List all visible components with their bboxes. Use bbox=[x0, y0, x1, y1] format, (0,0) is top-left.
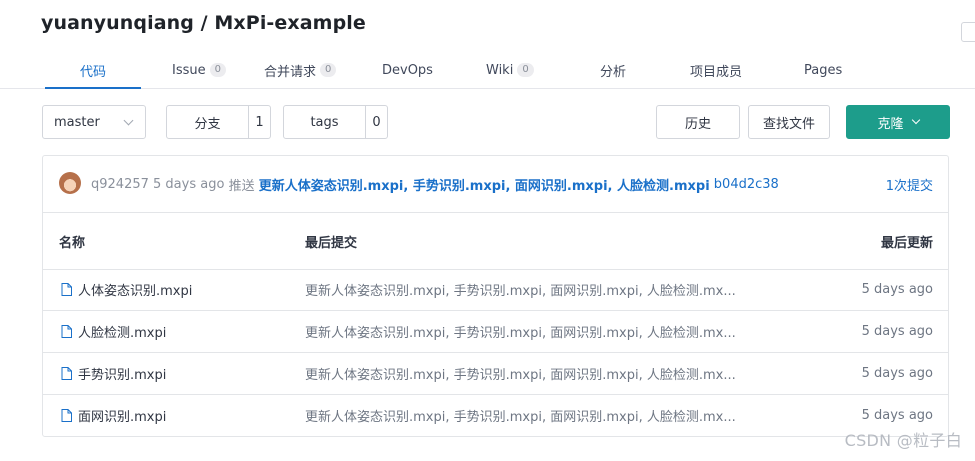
file-icon bbox=[61, 367, 72, 380]
tab-label: Wiki bbox=[486, 62, 514, 78]
repo-title[interactable]: yuanyunqiang / MxPi-example bbox=[41, 12, 366, 34]
find-file-button[interactable]: 查找文件 bbox=[748, 105, 830, 139]
table-row: 手势识别.mxpi 更新人体姿态识别.mxpi, 手势识别.mxpi, 面网识别… bbox=[43, 353, 948, 395]
file-icon bbox=[61, 409, 72, 422]
file-name: 人脸检测.mxpi bbox=[78, 326, 167, 341]
tab-label: Issue bbox=[172, 62, 206, 78]
clone-button[interactable]: 克隆 bbox=[846, 105, 950, 139]
tags-group[interactable]: tags 0 bbox=[283, 105, 388, 139]
file-link[interactable]: 人体姿态识别.mxpi bbox=[61, 280, 192, 299]
tab-code[interactable]: 代码 bbox=[44, 52, 142, 89]
file-link[interactable]: 面网识别.mxpi bbox=[61, 406, 166, 425]
file-name: 手势识别.mxpi bbox=[78, 368, 167, 383]
branches-count: 1 bbox=[255, 114, 264, 130]
tags-button[interactable]: tags bbox=[284, 106, 366, 138]
tags-count: 0 bbox=[372, 114, 381, 130]
count-badge: 0 bbox=[517, 63, 534, 77]
row-commit-message[interactable]: 更新人体姿态识别.mxpi, 手势识别.mxpi, 面网识别.mxpi, 人脸检… bbox=[305, 311, 736, 352]
row-updated: 5 days ago bbox=[861, 366, 933, 381]
file-link[interactable]: 人脸检测.mxpi bbox=[61, 322, 166, 341]
file-name: 面网识别.mxpi bbox=[78, 410, 167, 425]
row-commit-message[interactable]: 更新人体姿态识别.mxpi, 手势识别.mxpi, 面网识别.mxpi, 人脸检… bbox=[305, 269, 736, 310]
file-link[interactable]: 手势识别.mxpi bbox=[61, 364, 166, 383]
count-badge: 0 bbox=[320, 63, 337, 77]
count-badge: 0 bbox=[209, 63, 226, 77]
repo-tabs: 代码 Issue 0 合并请求 0 DevOps Wiki 0 分析 项目成员 Pag… bbox=[0, 52, 975, 89]
tab-issue[interactable]: Issue 0 bbox=[172, 52, 226, 88]
branch-select-value: master bbox=[54, 114, 100, 130]
tab-label: DevOps bbox=[382, 62, 433, 78]
commit-time: 5 days ago bbox=[153, 176, 225, 192]
table-row: 面网识别.mxpi 更新人体姿态识别.mxpi, 手势识别.mxpi, 面网识别… bbox=[43, 395, 948, 436]
table-row: 人体姿态识别.mxpi 更新人体姿态识别.mxpi, 手势识别.mxpi, 面网… bbox=[43, 269, 948, 311]
commit-message-link[interactable]: 更新人体姿态识别.mxpi, 手势识别.mxpi, 面网识别.mxpi, 人脸检… bbox=[259, 175, 710, 194]
chevron-down-icon bbox=[123, 115, 134, 126]
branches-button[interactable]: 分支 bbox=[167, 106, 249, 138]
commit-count-link[interactable]: 1次提交 bbox=[886, 156, 933, 212]
latest-commit-text: q924257 5 days ago 推送 更新人体姿态识别.mxpi, 手势识… bbox=[91, 156, 779, 212]
tab-pages[interactable]: Pages bbox=[804, 52, 842, 88]
file-icon bbox=[61, 325, 72, 338]
header-name: 名称 bbox=[59, 235, 86, 251]
top-corner-button[interactable] bbox=[961, 22, 975, 42]
tab-analysis[interactable]: 分析 bbox=[600, 52, 626, 88]
latest-commit-bar: q924257 5 days ago 推送 更新人体姿态识别.mxpi, 手势识… bbox=[43, 156, 948, 213]
header-last-update: 最后更新 bbox=[880, 235, 933, 251]
row-commit-message[interactable]: 更新人体姿态识别.mxpi, 手势识别.mxpi, 面网识别.mxpi, 人脸检… bbox=[305, 353, 736, 394]
file-icon bbox=[61, 283, 72, 296]
row-updated: 5 days ago bbox=[861, 282, 933, 297]
commit-hash-link[interactable]: b04d2c38 bbox=[714, 177, 779, 192]
watermark: CSDN @粒子白 bbox=[844, 431, 962, 450]
tab-members[interactable]: 项目成员 bbox=[690, 52, 742, 88]
table-row: 人脸检测.mxpi 更新人体姿态识别.mxpi, 手势识别.mxpi, 面网识别… bbox=[43, 311, 948, 353]
tab-label: 分析 bbox=[600, 64, 627, 80]
commit-author[interactable]: q924257 bbox=[91, 177, 149, 192]
branches-group[interactable]: 分支 1 bbox=[166, 105, 271, 139]
tab-label: 合并请求 bbox=[264, 64, 317, 80]
clone-button-label: 克隆 bbox=[877, 116, 904, 132]
header-last-commit: 最后提交 bbox=[305, 235, 358, 251]
branch-select[interactable]: master bbox=[42, 105, 146, 139]
commit-action: 推送 bbox=[228, 178, 255, 194]
tab-label: 项目成员 bbox=[690, 64, 743, 80]
table-header: 名称 最后提交 最后更新 bbox=[43, 213, 948, 270]
chevron-down-icon bbox=[911, 115, 920, 125]
row-commit-message[interactable]: 更新人体姿态识别.mxpi, 手势识别.mxpi, 面网识别.mxpi, 人脸检… bbox=[305, 395, 736, 436]
tab-label: 代码 bbox=[80, 64, 107, 80]
tab-label: Pages bbox=[804, 62, 843, 78]
tab-wiki[interactable]: Wiki 0 bbox=[486, 52, 534, 88]
tab-devops[interactable]: DevOps bbox=[382, 52, 433, 88]
avatar[interactable] bbox=[59, 172, 81, 194]
row-updated: 5 days ago bbox=[861, 324, 933, 339]
tab-merge-requests[interactable]: 合并请求 0 bbox=[264, 52, 337, 88]
history-button[interactable]: 历史 bbox=[656, 105, 740, 139]
file-panel: q924257 5 days ago 推送 更新人体姿态识别.mxpi, 手势识… bbox=[42, 155, 949, 437]
file-name: 人体姿态识别.mxpi bbox=[78, 284, 193, 299]
